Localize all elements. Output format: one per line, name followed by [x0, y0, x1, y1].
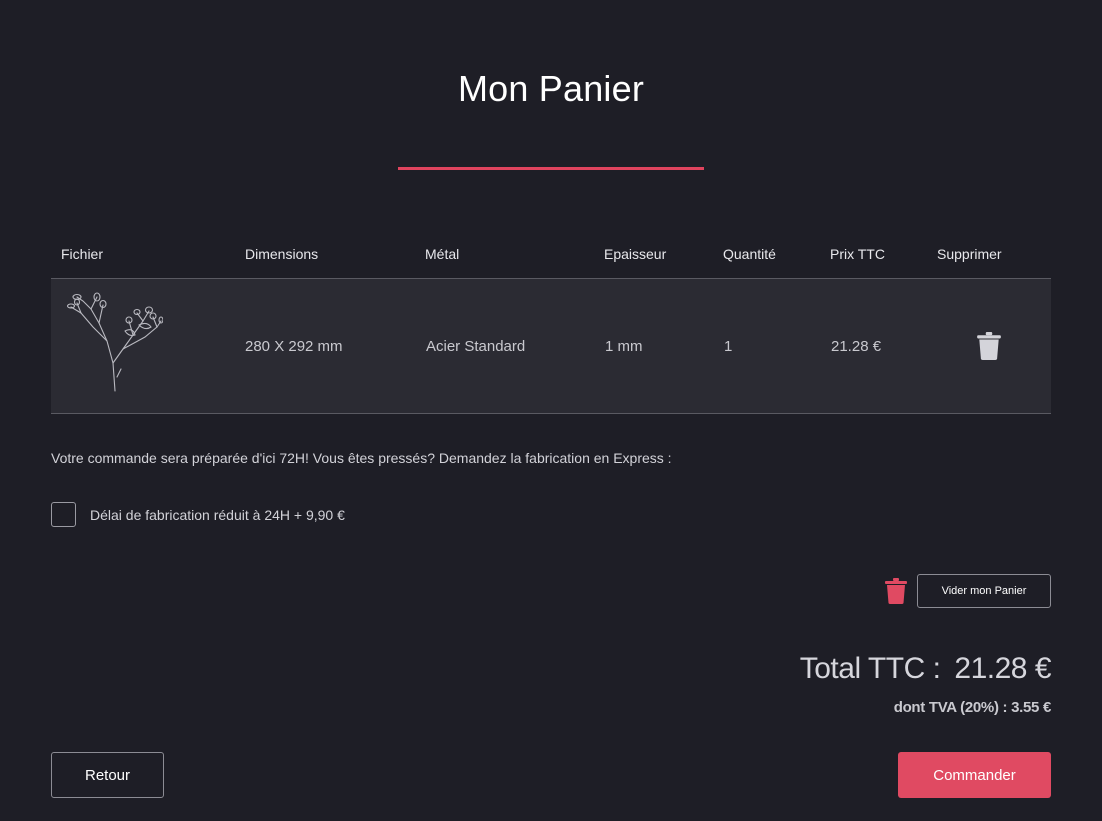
page-title: Mon Panier	[457, 68, 645, 109]
row-metal: Acier Standard	[426, 338, 526, 355]
trash-icon[interactable]	[885, 578, 907, 604]
tva-amount: dont TVA (20%) : 3.55 €	[893, 699, 1052, 716]
title-underline	[398, 167, 704, 170]
table-row: 280 X 292 mm Acier Standard 1 mm 1 21.28…	[51, 279, 1051, 414]
express-checkbox[interactable]	[51, 502, 76, 527]
total-amount: 21.28 €	[954, 652, 1051, 685]
header-quantity: Quantité	[723, 246, 776, 262]
table-header: Fichier Dimensions Métal Epaisseur Quant…	[51, 230, 1051, 279]
clear-cart-group: Vider mon Panier	[885, 574, 1051, 608]
clear-cart-button[interactable]: Vider mon Panier	[917, 574, 1051, 608]
row-price: 21.28 €	[831, 338, 882, 355]
total-ttc: Total TTC : 21.28 €	[799, 652, 1052, 686]
order-button[interactable]: Commander	[898, 752, 1051, 798]
trash-icon[interactable]	[976, 332, 1002, 360]
header-price: Prix TTC	[830, 246, 885, 262]
back-button[interactable]: Retour	[51, 752, 164, 798]
row-thickness: 1 mm	[605, 338, 643, 355]
header-delete: Supprimer	[937, 246, 1002, 262]
header-dimensions: Dimensions	[245, 246, 319, 262]
delivery-notice: Votre commande sera préparée d'ici 72H! …	[51, 450, 672, 466]
row-dimensions: 280 X 292 mm	[245, 338, 343, 355]
cart-page: Mon Panier Fichier Dimensions Métal Epai…	[0, 0, 1102, 821]
row-quantity: 1	[724, 338, 733, 355]
header-metal: Métal	[425, 246, 460, 262]
header-thickness: Epaisseur	[604, 246, 667, 262]
express-label: Délai de fabrication réduit à 24H + 9,90…	[90, 506, 345, 523]
total-label: Total TTC :	[799, 652, 941, 685]
express-option: Délai de fabrication réduit à 24H + 9,90…	[51, 502, 345, 527]
file-thumbnail	[66, 292, 163, 392]
header-file: Fichier	[61, 246, 104, 262]
cart-table: Fichier Dimensions Métal Epaisseur Quant…	[51, 230, 1051, 414]
